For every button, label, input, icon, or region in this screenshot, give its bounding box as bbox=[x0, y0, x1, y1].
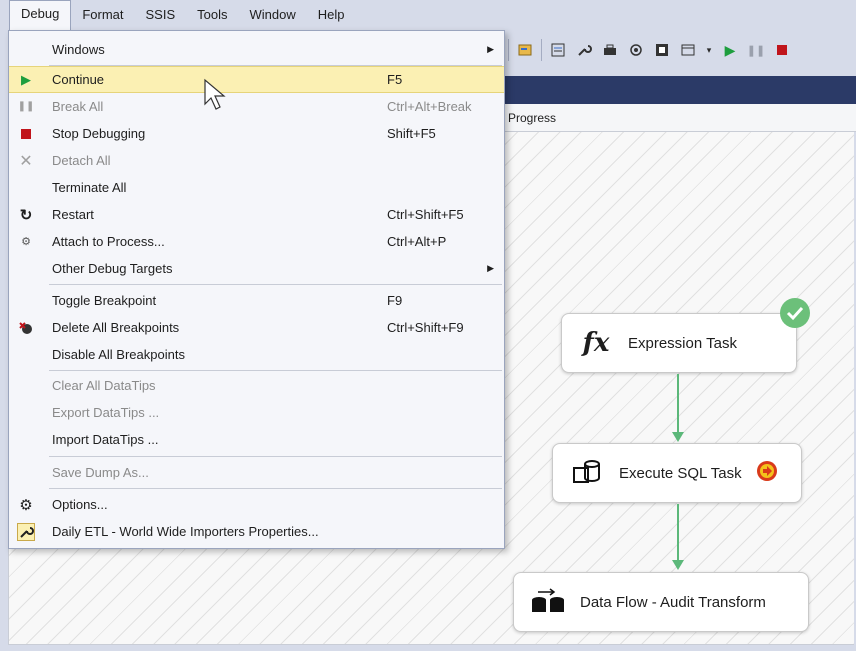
menu-item-properties[interactable]: Daily ETL - World Wide Importers Propert… bbox=[9, 518, 504, 545]
menu-item-options[interactable]: ⚙ Options... bbox=[9, 491, 504, 518]
tab-progress[interactable]: Progress bbox=[508, 111, 556, 125]
precedence-arrow[interactable] bbox=[677, 504, 679, 562]
toolbar-separator bbox=[508, 39, 509, 61]
menu-tools[interactable]: Tools bbox=[186, 2, 238, 30]
menu-item-import-datatips[interactable]: Import DataTips ... bbox=[9, 426, 504, 453]
menu-item-detach-all[interactable]: ✕ Detach All bbox=[9, 147, 504, 174]
menu-item-clear-all-datatips[interactable]: Clear All DataTips bbox=[9, 372, 504, 399]
refresh-icon[interactable] bbox=[626, 40, 646, 60]
precedence-arrow[interactable] bbox=[677, 374, 679, 434]
restart-icon: ↻ bbox=[19, 206, 33, 224]
package-icon[interactable] bbox=[652, 40, 672, 60]
menu-item-export-datatips[interactable]: Export DataTips ... bbox=[9, 399, 504, 426]
menu-separator bbox=[49, 456, 502, 457]
menu-window[interactable]: Window bbox=[238, 2, 306, 30]
x-icon: ✕ bbox=[19, 152, 33, 170]
menu-item-toggle-breakpoint[interactable]: Toggle Breakpoint F9 bbox=[9, 287, 504, 314]
toolbar: ▾ ▶ ❚❚ bbox=[500, 30, 856, 70]
task-label: Execute SQL Task bbox=[619, 464, 742, 482]
gear-icon: ⚙ bbox=[19, 496, 33, 514]
gears-icon: ⚙ bbox=[21, 236, 31, 248]
delete-breakpoints-icon bbox=[9, 321, 43, 335]
stop-icon bbox=[9, 128, 43, 139]
solution-explorer-icon[interactable] bbox=[515, 40, 535, 60]
menu-separator bbox=[49, 488, 502, 489]
execute-sql-task[interactable]: Execute SQL Task bbox=[552, 443, 802, 503]
arrowhead bbox=[672, 560, 684, 570]
chevron-down-icon[interactable]: ▾ bbox=[704, 40, 714, 60]
menu-item-attach-to-process[interactable]: ⚙ Attach to Process... Ctrl+Alt+P bbox=[9, 228, 504, 255]
menu-format[interactable]: Format bbox=[71, 2, 134, 30]
menu-item-break-all[interactable]: ❚❚ Break All Ctrl+Alt+Break bbox=[9, 93, 504, 120]
sql-task-icon bbox=[567, 458, 607, 488]
arrowhead bbox=[672, 432, 684, 442]
menu-item-continue[interactable]: ▶ Continue F5 bbox=[9, 66, 504, 93]
play-icon: ▶ bbox=[21, 71, 31, 87]
executing-arrow-icon bbox=[756, 460, 778, 486]
data-flow-icon bbox=[528, 588, 568, 616]
expression-task[interactable]: fx Expression Task bbox=[561, 313, 797, 373]
success-check-icon bbox=[779, 297, 811, 332]
debug-menu-dropdown: Windows ▶ ▶ Continue F5 ❚❚ Break All Ctr… bbox=[8, 30, 505, 549]
window-icon[interactable] bbox=[678, 40, 698, 60]
document-title-bar bbox=[500, 76, 856, 104]
play-icon[interactable]: ▶ bbox=[720, 40, 740, 60]
wrench-icon bbox=[9, 522, 43, 541]
pause-icon: ❚❚ bbox=[17, 101, 35, 112]
toolbar-separator bbox=[541, 39, 542, 61]
submenu-arrow-icon: ▶ bbox=[487, 44, 494, 54]
menu-item-stop-debugging[interactable]: Stop Debugging Shift+F5 bbox=[9, 120, 504, 147]
data-flow-task[interactable]: Data Flow - Audit Transform bbox=[513, 572, 809, 632]
pause-icon[interactable]: ❚❚ bbox=[746, 40, 766, 60]
menu-bar: Debug Format SSIS Tools Window Help bbox=[0, 0, 856, 30]
designer-tab-strip: Progress bbox=[500, 104, 856, 132]
stop-icon[interactable] bbox=[772, 40, 792, 60]
menu-item-delete-all-breakpoints[interactable]: Delete All Breakpoints Ctrl+Shift+F9 bbox=[9, 314, 504, 341]
properties-icon[interactable] bbox=[548, 40, 568, 60]
menu-item-restart[interactable]: ↻ Restart Ctrl+Shift+F5 bbox=[9, 201, 504, 228]
menu-debug[interactable]: Debug bbox=[9, 0, 72, 30]
menu-help[interactable]: Help bbox=[307, 2, 356, 30]
menu-separator bbox=[49, 370, 502, 371]
fx-icon: fx bbox=[582, 328, 610, 358]
task-label: Data Flow - Audit Transform bbox=[580, 593, 766, 611]
task-label: Expression Task bbox=[628, 334, 737, 352]
menu-item-disable-all-breakpoints[interactable]: Disable All Breakpoints bbox=[9, 341, 504, 368]
menu-item-windows[interactable]: Windows ▶ bbox=[9, 36, 504, 63]
submenu-arrow-icon: ▶ bbox=[487, 263, 494, 273]
menu-ssis[interactable]: SSIS bbox=[134, 2, 186, 30]
wrench-icon[interactable] bbox=[574, 40, 594, 60]
mouse-cursor-icon bbox=[203, 78, 229, 115]
menu-item-terminate-all[interactable]: Terminate All bbox=[9, 174, 504, 201]
menu-item-save-dump-as[interactable]: Save Dump As... bbox=[9, 459, 504, 486]
menu-item-other-debug-targets[interactable]: Other Debug Targets ▶ bbox=[9, 255, 504, 282]
toolbox-icon[interactable] bbox=[600, 40, 620, 60]
menu-separator bbox=[49, 284, 502, 285]
